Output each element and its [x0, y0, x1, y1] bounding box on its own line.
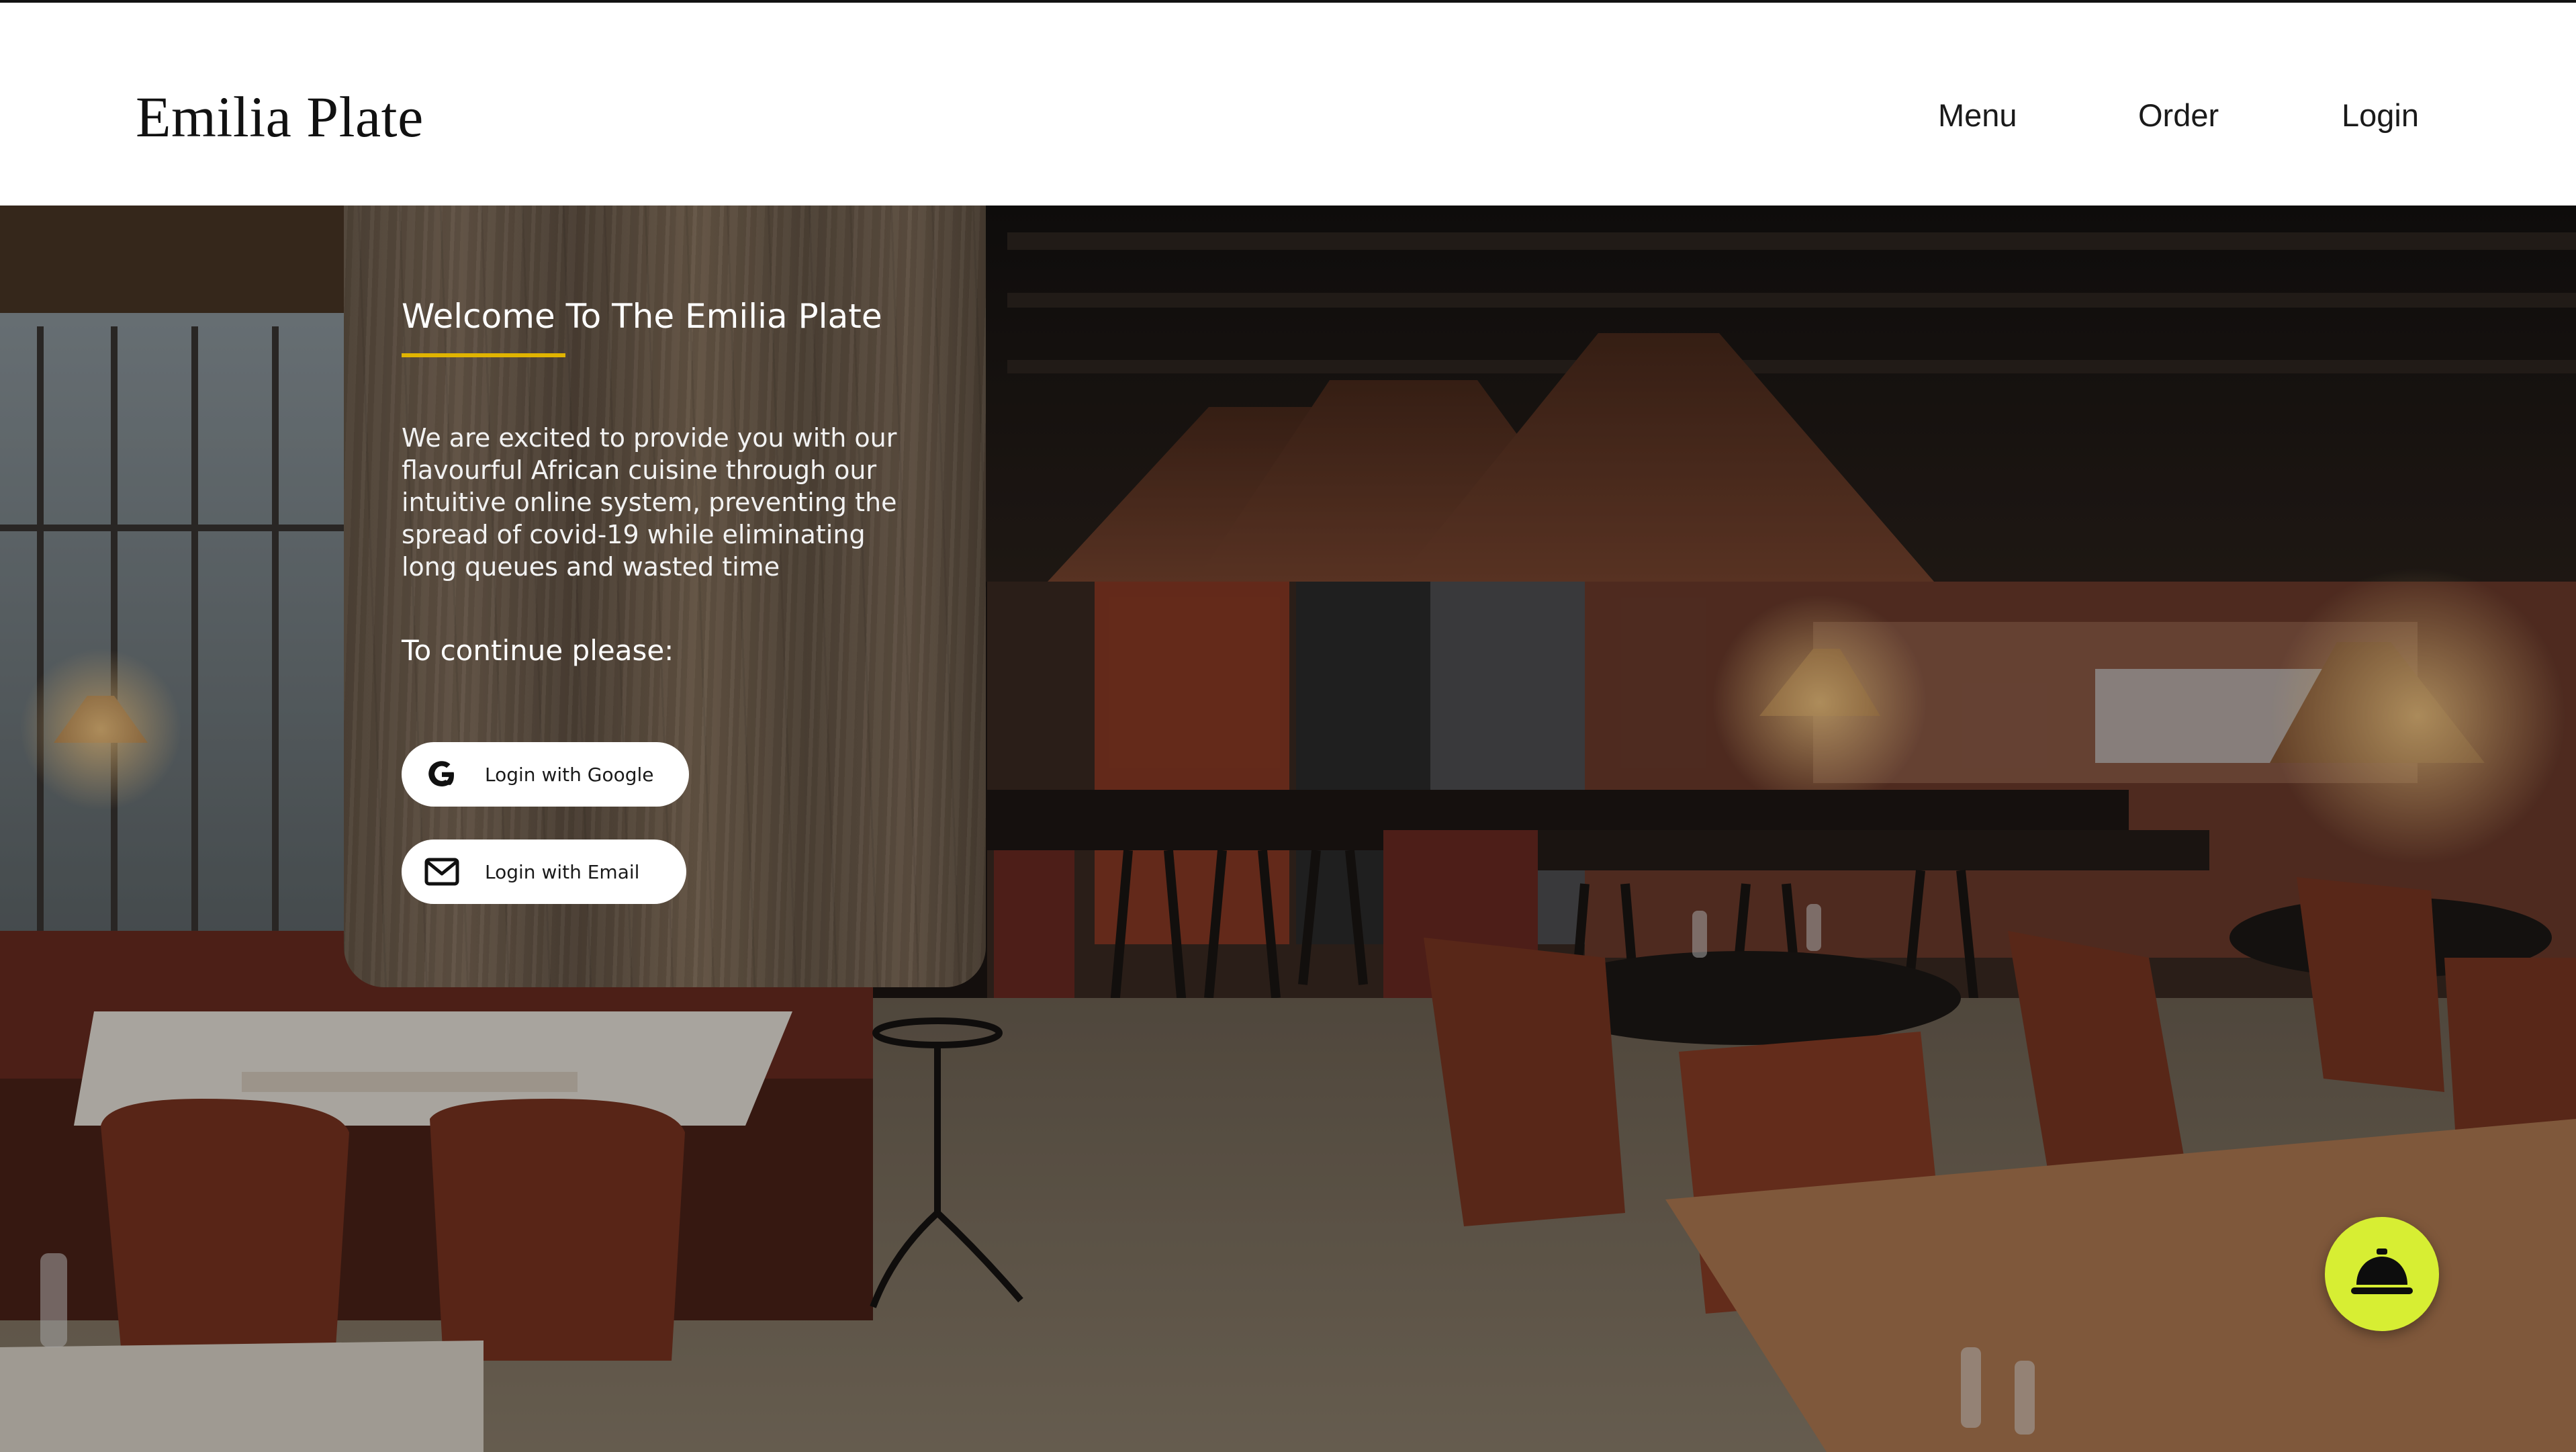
- google-button-label: Login with Google: [485, 763, 654, 786]
- envelope-icon: [423, 853, 461, 891]
- brand-logo[interactable]: Emilia Plate: [136, 83, 424, 150]
- login-with-email-button[interactable]: Login with Email: [402, 840, 686, 904]
- service-bell-icon: [2350, 1246, 2414, 1303]
- google-g-icon: [423, 756, 461, 793]
- welcome-title: Welcome To The Emilia Plate: [402, 297, 882, 336]
- continue-label: To continue please:: [402, 634, 674, 667]
- nav-login-link[interactable]: Login: [2342, 97, 2419, 134]
- title-accent-underline: [402, 353, 565, 357]
- welcome-description: We are excited to provide you with our f…: [402, 423, 897, 582]
- service-bell-button[interactable]: [2325, 1217, 2439, 1331]
- nav-menu-link[interactable]: Menu: [1938, 97, 2017, 134]
- top-navbar: Emilia Plate Menu Order Login: [0, 0, 2576, 206]
- welcome-card-content: Welcome To The Emilia Plate We are excit…: [402, 297, 939, 667]
- login-with-google-button[interactable]: Login with Google: [402, 742, 689, 807]
- nav-order-link[interactable]: Order: [2138, 97, 2219, 134]
- welcome-card: Welcome To The Emilia Plate We are excit…: [344, 206, 986, 987]
- email-button-label: Login with Email: [485, 860, 640, 883]
